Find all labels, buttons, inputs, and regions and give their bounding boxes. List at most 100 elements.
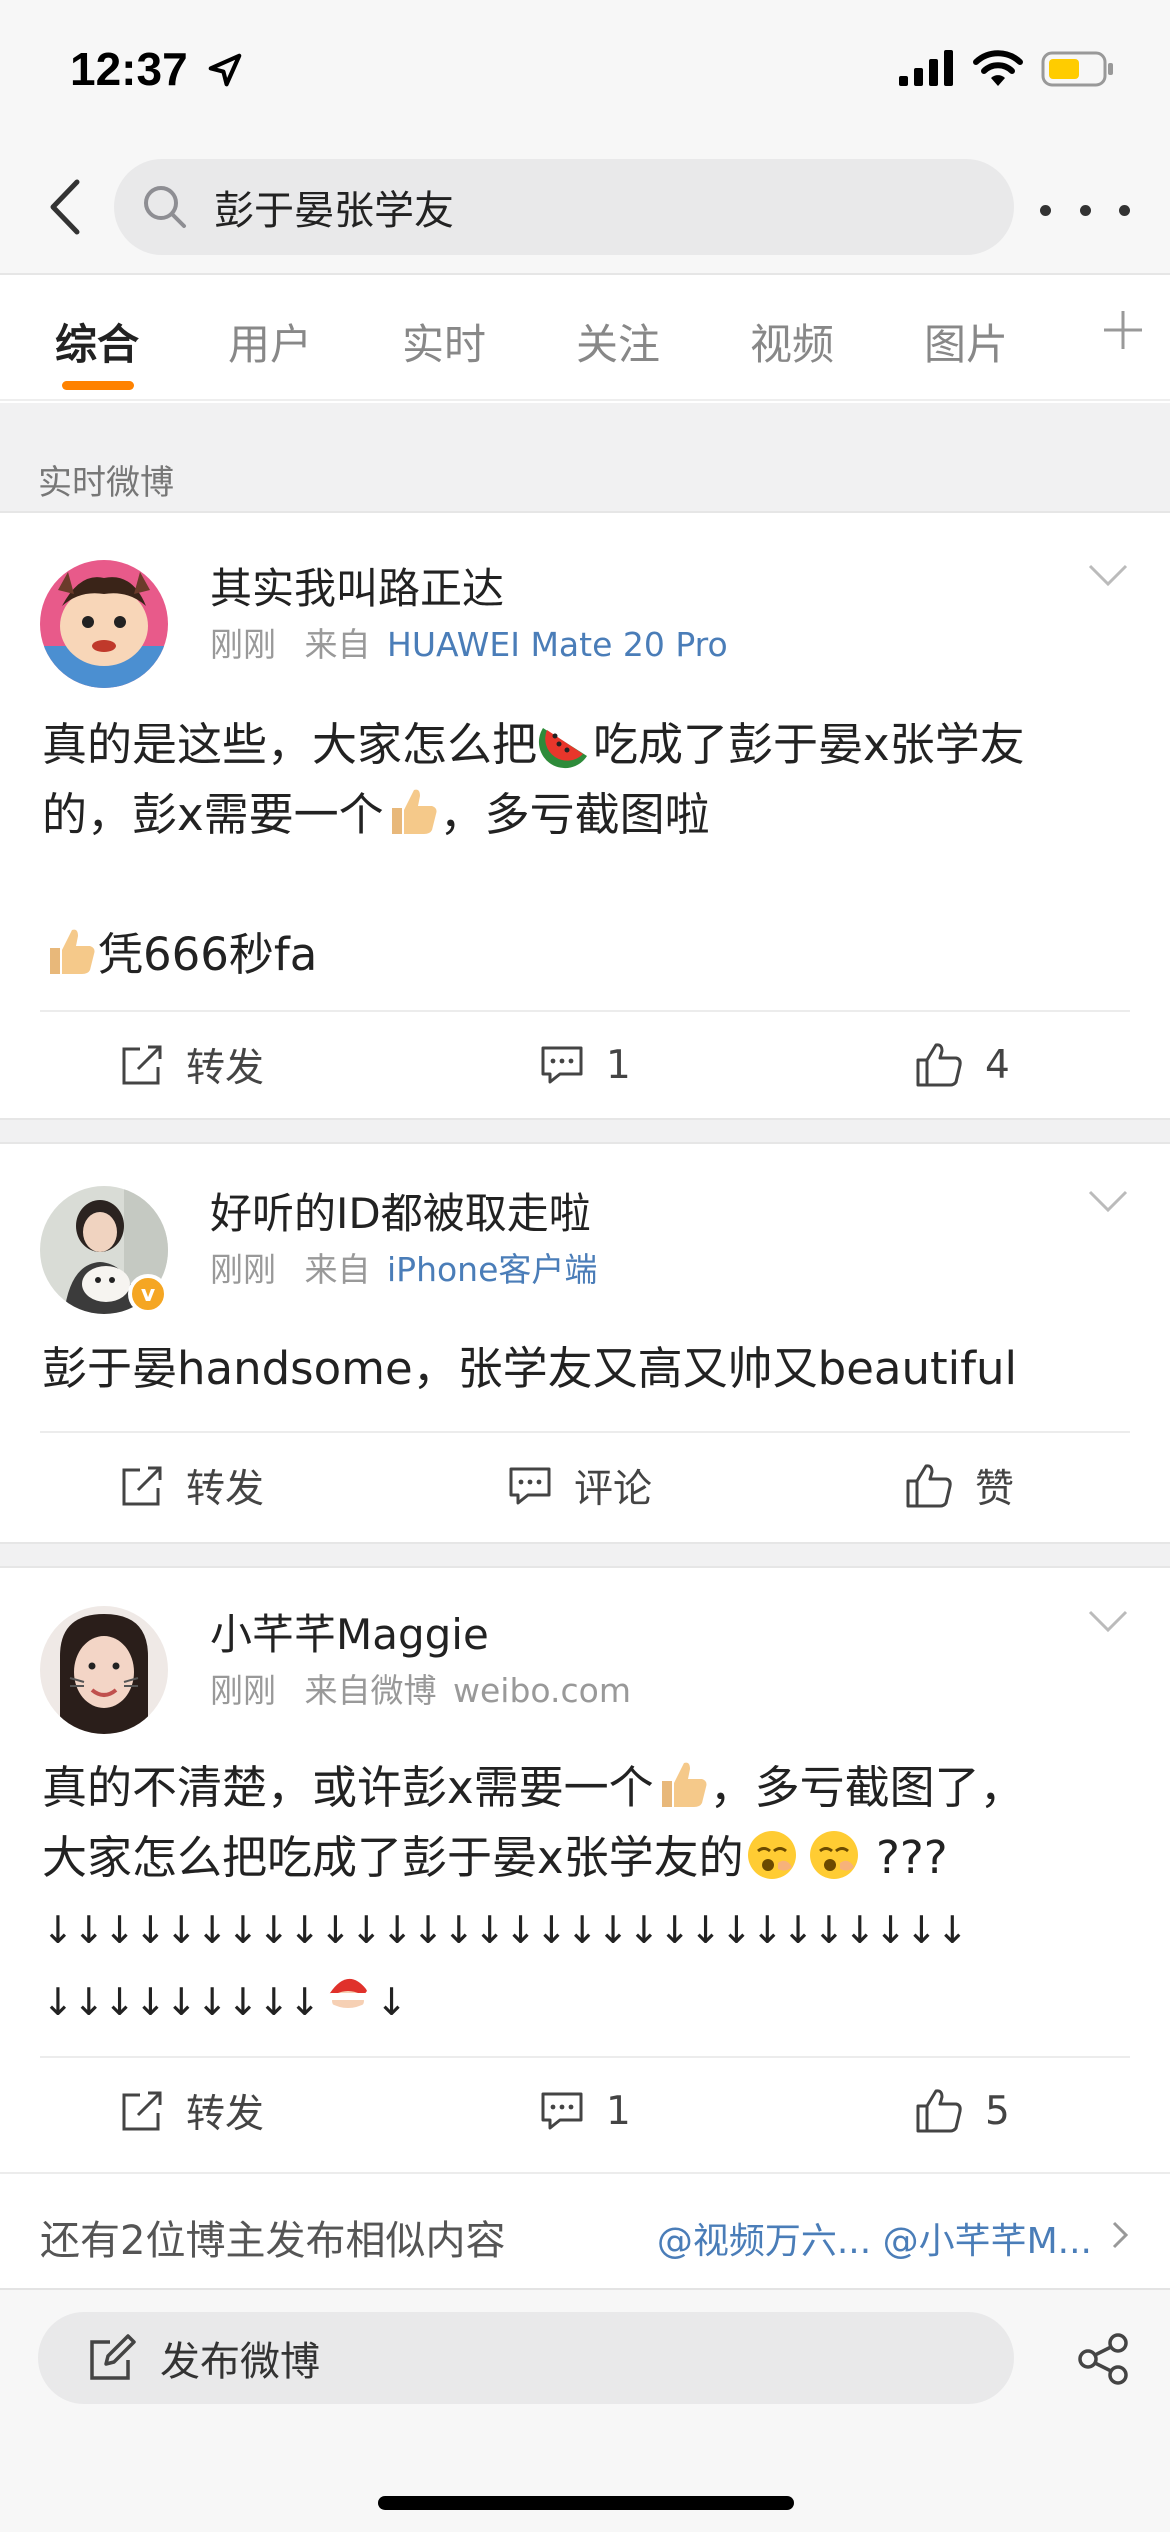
yawning-face-emoji-icon (747, 1831, 796, 1879)
thumbs-up-emoji-icon (391, 789, 437, 834)
verified-badge-icon: v (128, 1274, 168, 1314)
similar-content-text: 还有2位博主发布相似内容 (40, 2218, 506, 2264)
post-meta: 刚刚 来自 iPhone客户端 (210, 1243, 597, 1291)
comment-icon (541, 2092, 583, 2130)
repost-icon (122, 1466, 162, 1506)
chevron-down-icon[interactable] (1086, 1606, 1130, 1636)
comment-button[interactable]: 1 (540, 1012, 631, 1118)
thumbs-up-icon (916, 2089, 962, 2133)
compose-bar: 发布微博 (0, 2288, 1170, 2532)
tab-videos[interactable]: 视频 (750, 311, 834, 372)
avatar[interactable] (40, 560, 168, 688)
location-arrow-icon (209, 53, 242, 87)
like-count: 4 (985, 1042, 1010, 1088)
comment-icon (509, 1467, 551, 1505)
share-icon[interactable] (1076, 2332, 1130, 2386)
search-input[interactable]: 彭于晏张学友 (114, 159, 1014, 255)
wifi-icon (973, 50, 1023, 86)
content-text: ↓ (375, 1980, 408, 2024)
post-source-prefix: 来自 (304, 625, 371, 664)
comment-button[interactable]: 1 (540, 2058, 631, 2164)
content-text: 真的不清楚，或许彭x需要一个 (42, 1761, 654, 1814)
status-time: 12:37 (70, 42, 244, 96)
active-tab-indicator (62, 381, 134, 390)
compose-post-button[interactable]: 发布微博 (38, 2312, 1014, 2404)
like-button[interactable]: 赞 (905, 1433, 1014, 1539)
like-label: 赞 (975, 1467, 1015, 1512)
yawning-face-emoji-icon (809, 1831, 858, 1879)
avatar[interactable] (40, 1606, 168, 1734)
tab-images[interactable]: 图片 (924, 311, 1008, 372)
thumbs-up-emoji-icon (50, 929, 95, 974)
like-button[interactable]: 5 (915, 2058, 1010, 2164)
post-username[interactable]: 好听的ID都被取走啦 (210, 1180, 591, 1241)
content-text: ↓↓↓↓↓↓↓↓↓↓↓↓↓↓↓↓↓↓↓↓↓↓↓↓↓↓↓↓↓↓ (42, 1908, 968, 1952)
thumbs-up-icon (906, 1464, 952, 1508)
chevron-down-icon[interactable] (1086, 560, 1130, 590)
similar-content-row[interactable]: 还有2位博主发布相似内容 @视频万六... @小芊芊M... (0, 2172, 1170, 2288)
like-button[interactable]: 4 (915, 1012, 1010, 1118)
like-count: 5 (985, 2088, 1010, 2134)
repost-button[interactable]: 转发 (120, 1433, 264, 1539)
edit-icon (90, 2334, 136, 2380)
repost-icon (122, 1045, 162, 1085)
post-content: 真的不清楚，或许彭x需要一个 ，多亏截图了， 大家怎么把吃成了彭于晏x张学友的 ?… (42, 1753, 1130, 2037)
post-username[interactable]: 小芊芊Maggie (210, 1601, 489, 1662)
santa-emoji-icon (327, 1978, 375, 2017)
section-header: 实时微博 (0, 403, 1170, 513)
battery-icon (1041, 51, 1113, 87)
tab-following[interactable]: 关注 (576, 311, 660, 372)
post-card: 小芊芊Maggie 刚刚 来自微博 weibo.com 真的不清楚，或许彭x需要… (0, 1568, 1170, 2172)
content-text: ↓↓↓↓↓↓↓↓↓ (42, 1980, 321, 2024)
chevron-left-icon (50, 179, 80, 235)
post-actions: 转发 评论 赞 (40, 1431, 1130, 1537)
post-source: weibo.com (453, 1671, 631, 1710)
repost-label: 转发 (186, 1467, 265, 1512)
post-time: 刚刚 (210, 625, 276, 664)
comment-label: 评论 (574, 1467, 653, 1512)
tab-realtime[interactable]: 实时 (402, 311, 486, 372)
post-source-prefix: 来自微博 (304, 1671, 437, 1710)
repost-label: 转发 (186, 1046, 265, 1091)
tab-comprehensive[interactable]: 综合 (55, 311, 139, 372)
chevron-right-icon (1112, 2221, 1129, 2249)
post-meta: 刚刚 来自微博 weibo.com (210, 1664, 631, 1712)
more-options-button[interactable] (1040, 180, 1130, 240)
comment-count: 1 (606, 2088, 631, 2134)
repost-icon (122, 2091, 162, 2131)
post-source-prefix: 来自 (304, 1250, 371, 1289)
back-button[interactable] (30, 172, 100, 242)
post-source[interactable]: HUAWEI Mate 20 Pro (387, 625, 728, 664)
search-tabs: 综合 用户 实时 关注 视频 图片 (0, 275, 1170, 401)
similar-content-links[interactable]: @视频万六... @小芊芊M... (657, 2212, 1092, 2264)
search-header: 彭于晏张学友 (0, 150, 1170, 275)
content-text: 真的是这些，大家怎么把 (42, 718, 538, 771)
status-icons (899, 50, 1115, 88)
post-content: 彭于晏handsome，张学友又高又帅又beautiful (42, 1334, 1130, 1404)
repost-button[interactable]: 转发 (120, 1012, 264, 1118)
clock-text: 12:37 (70, 43, 188, 95)
watermelon-emoji-icon (538, 728, 588, 769)
dot-icon (1119, 204, 1130, 216)
post-separator (0, 1118, 1170, 1144)
post-time: 刚刚 (210, 1250, 276, 1289)
post-source[interactable]: iPhone客户端 (387, 1250, 597, 1289)
search-icon (142, 184, 188, 230)
post-username[interactable]: 其实我叫路正达 (210, 555, 504, 616)
post-separator (0, 1542, 1170, 1568)
comment-button[interactable]: 评论 (508, 1433, 652, 1539)
section-title: 实时微博 (38, 463, 174, 503)
status-bar: 12:37 (0, 0, 1170, 150)
chevron-down-icon[interactable] (1086, 1186, 1130, 1216)
compose-label: 发布微博 (160, 2339, 320, 2385)
comment-icon (541, 1046, 583, 1084)
post-card: 其实我叫路正达 刚刚 来自 HUAWEI Mate 20 Pro 真的是这些，大… (0, 515, 1170, 1118)
add-tab-icon[interactable] (1098, 305, 1148, 355)
dot-icon (1079, 204, 1091, 216)
thumbs-up-icon (916, 1043, 962, 1087)
tab-users[interactable]: 用户 (228, 311, 312, 372)
repost-label: 转发 (186, 2092, 265, 2137)
post-card: v 好听的ID都被取走啦 刚刚 来自 iPhone客户端 彭于晏handsome… (0, 1144, 1170, 1542)
repost-button[interactable]: 转发 (120, 2058, 264, 2164)
content-text: ，多亏截图了， (709, 1761, 1025, 1814)
